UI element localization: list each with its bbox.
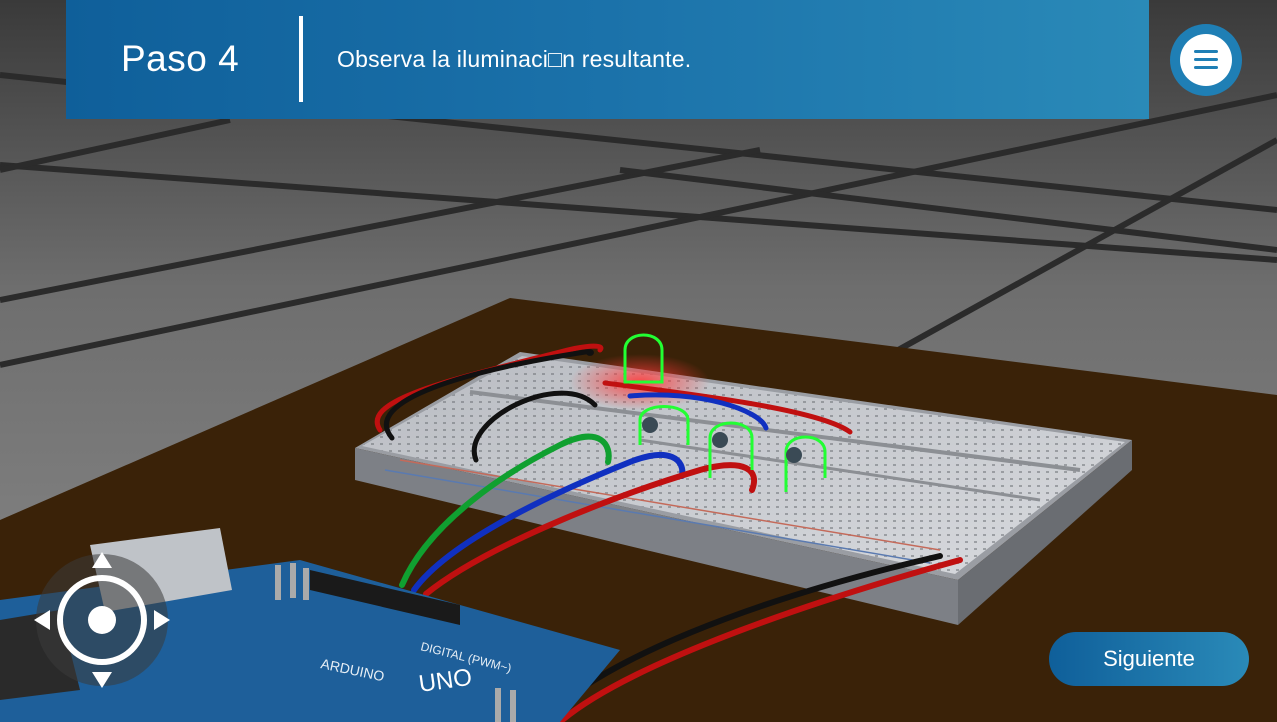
step-instruction: Observa la iluminaci□n resultante. [337, 46, 692, 72]
step-title: Paso 4 [121, 38, 240, 79]
divider [299, 16, 303, 102]
menu-button[interactable] [1170, 24, 1242, 96]
hamburger-menu-icon [1180, 34, 1232, 86]
next-button[interactable]: Siguiente [1049, 632, 1249, 686]
step-banner: Paso 4 Observa la iluminaci□n resultante… [66, 0, 1149, 119]
move-joystick-icon[interactable] [34, 552, 170, 688]
